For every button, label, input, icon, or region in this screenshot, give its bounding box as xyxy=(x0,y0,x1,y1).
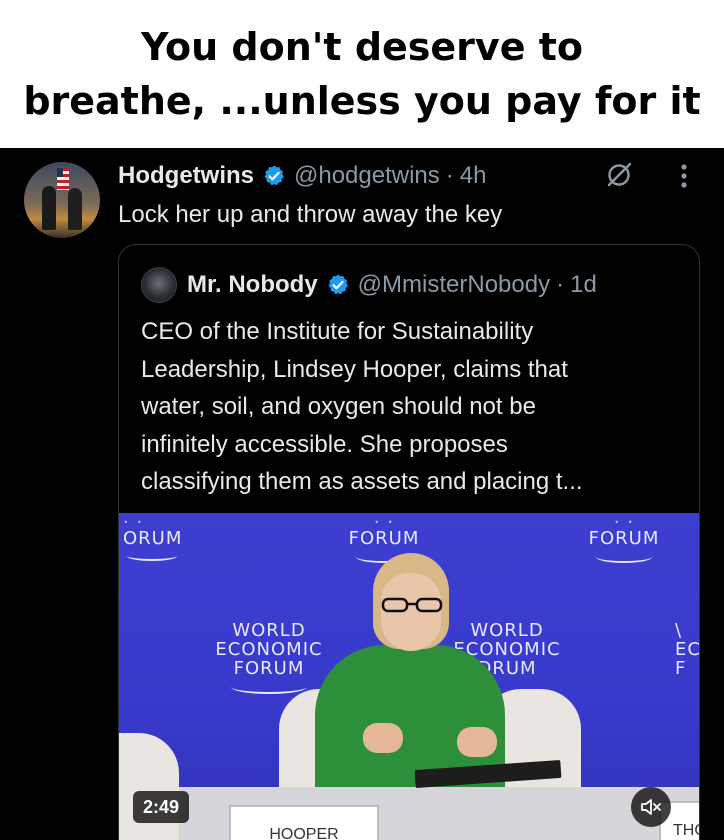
avatar-person-2 xyxy=(68,188,82,230)
wef-logo-text: F xyxy=(675,658,687,679)
wef-logo-text: FORUM xyxy=(588,528,660,549)
quoted-text-line: water, soil, and oxygen should not be xyxy=(141,393,536,420)
quoted-author-name[interactable]: Mr. Nobody xyxy=(187,271,318,299)
nameplate: HOOPER xyxy=(229,805,379,840)
quoted-author-handle[interactable]: @MmisterNobody xyxy=(358,271,550,299)
wef-logo-text: EC xyxy=(675,639,699,660)
caption-line-2: breathe, ...unless you pay for it xyxy=(23,79,701,123)
grok-icon[interactable] xyxy=(604,160,634,190)
author-avatar[interactable] xyxy=(24,162,100,238)
wef-logo-text: WORLD xyxy=(232,620,306,641)
wef-logo-text: ORUM xyxy=(123,528,183,549)
tweet-timestamp[interactable]: 4h xyxy=(460,162,487,190)
author-name[interactable]: Hodgetwins xyxy=(118,162,254,190)
quoted-text-line: classifying them as assets and placing t… xyxy=(141,468,583,495)
quoted-tweet-timestamp[interactable]: 1d xyxy=(570,271,597,299)
tweet-header: Hodgetwins @hodgetwins · 4h xyxy=(118,160,486,192)
verified-badge-icon xyxy=(264,165,284,186)
mute-button[interactable] xyxy=(631,787,671,827)
quoted-tweet-header: Mr. Nobody @MmisterNobody · 1d xyxy=(187,267,597,303)
quoted-text-line: infinitely accessible. She proposes xyxy=(141,430,508,458)
video-duration-badge: 2:49 xyxy=(133,791,190,823)
quoted-text-line: Leadership, Lindsey Hooper, claims that xyxy=(141,355,568,383)
quoted-text-line: CEO of the Institute for Sustainability xyxy=(141,318,534,345)
quoted-tweet[interactable]: Mr. Nobody @MmisterNobody · 1d CEO of th… xyxy=(118,244,700,840)
wef-logo-top-mid: . . FORUM xyxy=(319,513,449,563)
separator-dot: · xyxy=(556,271,565,298)
flag-graphic xyxy=(57,168,69,190)
wef-logo-arc xyxy=(127,551,177,561)
wef-logo-mid-left: WORLD ECONOMIC FORUM xyxy=(199,621,339,694)
verified-badge-icon xyxy=(328,274,348,295)
wef-logo-arc xyxy=(596,551,652,563)
wef-logo-top-right: . . FORUM xyxy=(559,513,689,563)
author-handle[interactable]: @hodgetwins xyxy=(294,162,440,190)
more-dots-icon xyxy=(681,164,687,188)
wef-logo-text: FORUM xyxy=(233,658,305,679)
wef-logo-text: ECONOMIC xyxy=(215,639,323,660)
avatar-person-1 xyxy=(42,186,56,230)
wef-logo-edge: \ EC F xyxy=(675,621,699,678)
separator-dot: · xyxy=(445,162,454,189)
tweet-body: Lock her up and throw away the key xyxy=(118,201,503,228)
wef-logo-arc xyxy=(231,680,307,694)
wef-logo-text: WORLD xyxy=(470,620,544,641)
wef-logo-top-left: . . ORUM xyxy=(123,513,182,561)
chair-edge xyxy=(119,733,179,840)
wef-logo-text: FORUM xyxy=(348,528,420,549)
more-icon[interactable] xyxy=(672,160,700,192)
mute-icon xyxy=(641,799,661,815)
speaker-hand-right xyxy=(457,727,497,757)
speaker-hand-left xyxy=(363,723,403,753)
quoted-tweet-body: CEO of the Institute for Sustainability … xyxy=(141,313,691,501)
meme-caption: You don't deserve to breathe, ...unless … xyxy=(0,0,724,148)
quoted-author-avatar[interactable] xyxy=(141,267,177,303)
glasses-graphic xyxy=(381,597,443,613)
caption-line-1: You don't deserve to xyxy=(141,25,583,69)
video-player[interactable]: . . ORUM . . FORUM . . FORUM WORLD ECONO… xyxy=(119,513,699,840)
